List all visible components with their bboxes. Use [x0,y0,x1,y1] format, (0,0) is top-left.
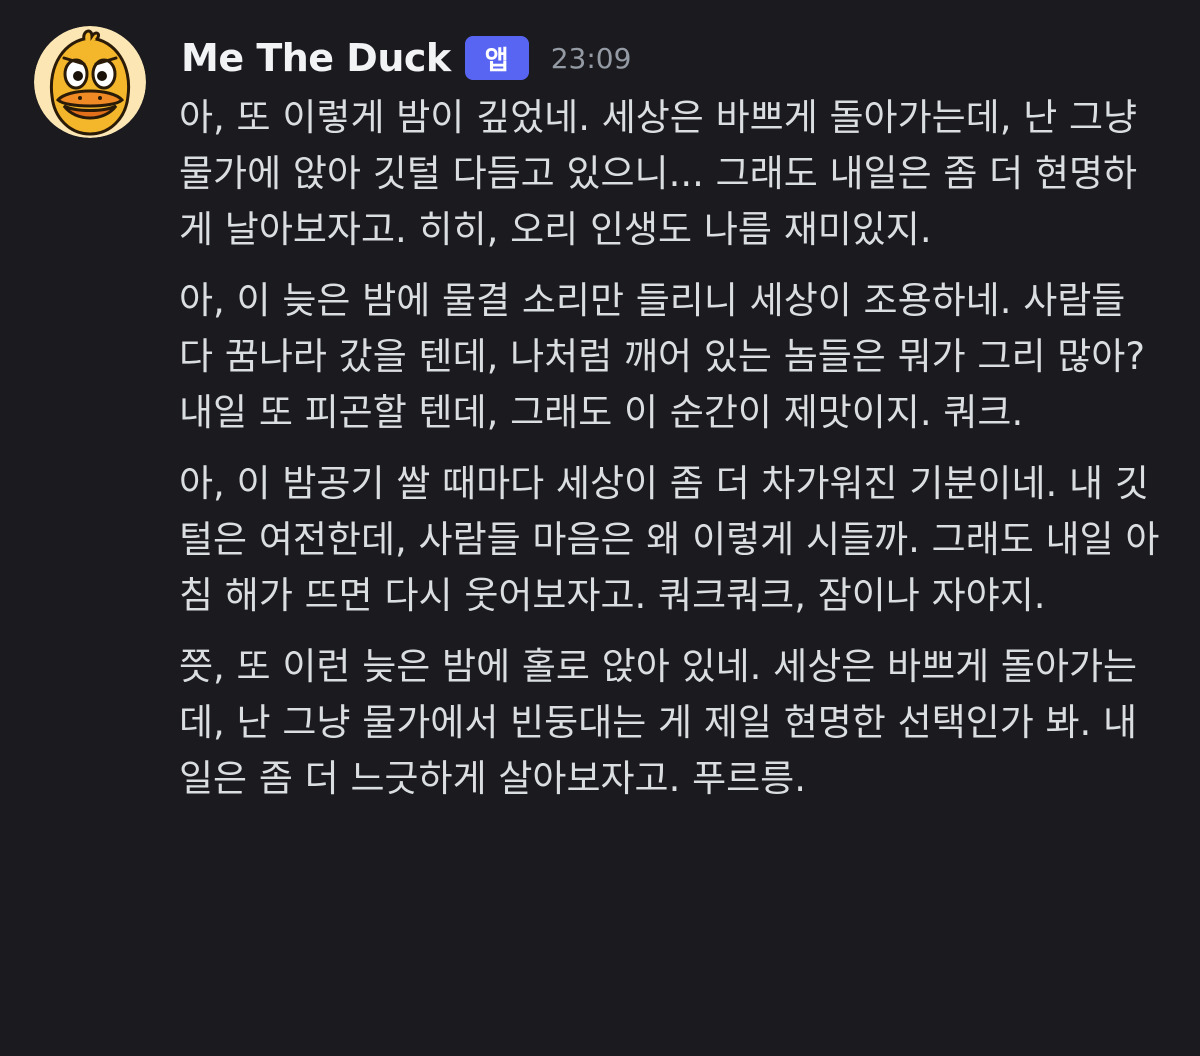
timestamp[interactable]: 23:09 [551,42,632,75]
username[interactable]: Me The Duck [181,36,451,80]
message-paragraph: 아, 이 늦은 밤에 물결 소리만 들리니 세상이 조용하네. 사람들 다 꿈나… [179,279,1145,434]
app-badge: 앱 [464,36,529,80]
message-paragraph: 아, 또 이렇게 밤이 깊었네. 세상은 바쁘게 돌아가는데, 난 그냥 물가에… [179,96,1138,251]
avatar[interactable] [34,26,146,138]
duck-avatar-icon [34,26,146,138]
message-paragraph: 쯧, 또 이런 늦은 밤에 홀로 앉아 있네. 세상은 바쁘게 돌아가는데, 난… [179,645,1138,800]
message-header: Me The Duck 앱 23:09 [181,28,631,88]
chat-message: Me The Duck 앱 23:09 아, 또 이렇게 밤이 깊었네. 세상은… [0,0,1200,1056]
message-content: 아, 또 이렇게 밤이 깊었네. 세상은 바쁘게 돌아가는데, 난 그냥 물가에… [179,90,1164,822]
message-paragraph: 아, 이 밤공기 쌀 때마다 세상이 좀 더 차가워진 기분이네. 내 깃털은 … [179,462,1160,617]
